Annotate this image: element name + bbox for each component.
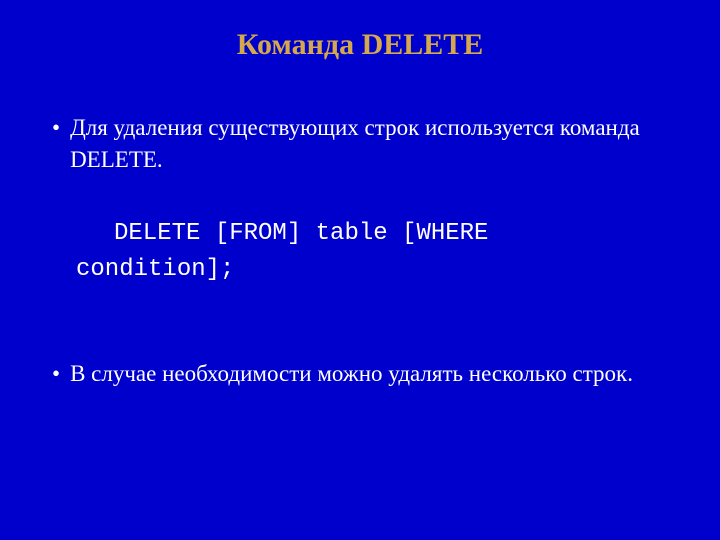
bullet-item-1: • Для удаления существующих строк исполь… — [50, 112, 670, 176]
bullet-text-1: Для удаления существующих строк использу… — [70, 112, 670, 176]
slide-container: Команда DELETE • Для удаления существующ… — [0, 0, 720, 540]
bullet-icon: • — [52, 112, 60, 144]
code-block: DELETE [FROM] table [WHERE condition]; — [50, 216, 670, 288]
code-line-2: condition]; — [76, 252, 670, 288]
slide-title: Команда DELETE — [50, 28, 670, 62]
slide-content: • Для удаления существующих строк исполь… — [50, 112, 670, 391]
bullet-item-2: • В случае необходимости можно удалять н… — [50, 358, 670, 390]
code-line-1: DELETE [FROM] table [WHERE — [76, 216, 670, 252]
bullet-icon: • — [52, 358, 60, 390]
bullet-text-2: В случае необходимости можно удалять нес… — [70, 358, 670, 390]
